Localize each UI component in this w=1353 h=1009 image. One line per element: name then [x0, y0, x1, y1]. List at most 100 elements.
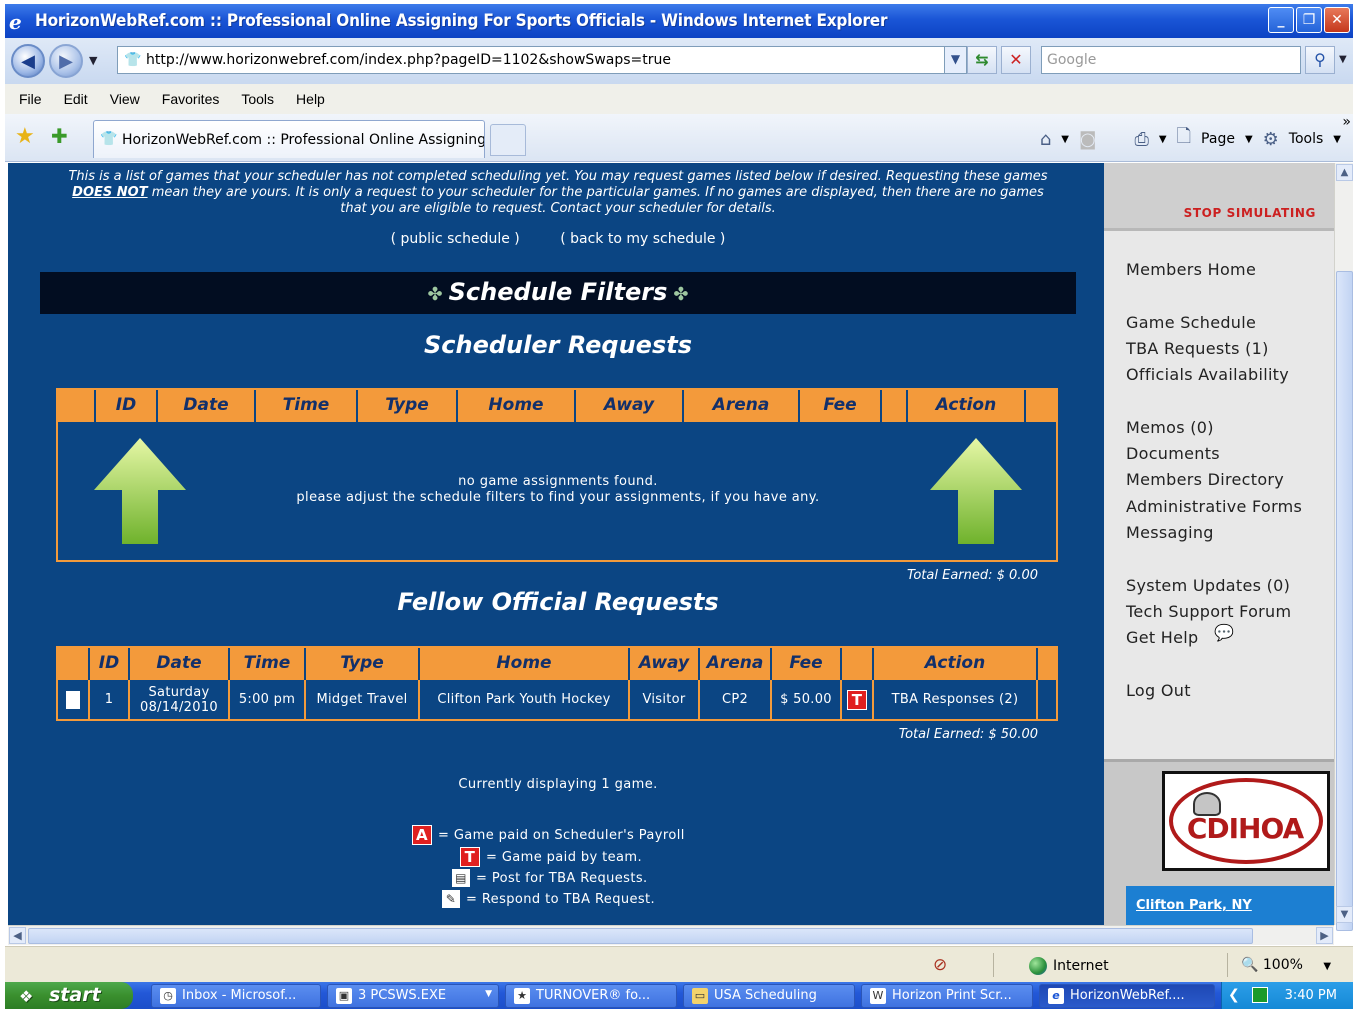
sidebar-item-administrative-forms[interactable]: Administrative Forms	[1126, 494, 1302, 520]
scroll-up-icon[interactable]: ▲	[1336, 164, 1353, 181]
scheduler-requests-table: ID Date Time Type Home Away Arena Fee Ac…	[56, 388, 1058, 562]
stop-simulating-link[interactable]: STOP SIMULATING	[1184, 206, 1316, 220]
popup-blocker-icon[interactable]: ⊘	[933, 955, 947, 975]
sidebar-item-memos[interactable]: Memos (0)	[1126, 415, 1302, 441]
menu-tools[interactable]: Tools	[241, 91, 274, 107]
restore-button[interactable]: ❐	[1296, 7, 1322, 33]
row-id: 1	[88, 680, 128, 719]
column-header: Action	[872, 648, 1036, 680]
stop-button[interactable]: ✕	[1001, 46, 1031, 74]
print-icon[interactable]: ⎙	[1134, 129, 1148, 150]
legend-text: = Respond to TBA Request.	[466, 891, 656, 907]
intro-line3: that you are eligible to request. Contac…	[340, 201, 776, 216]
taskbar-button-usa-scheduling[interactable]: ▭ USA Scheduling	[683, 984, 855, 1008]
intro-emphasis: DOES NOT	[72, 185, 148, 200]
sidebar-item-game-schedule[interactable]: Game Schedule	[1126, 310, 1302, 336]
menu-file[interactable]: File	[19, 91, 42, 107]
taskbar-button-horizonwebref[interactable]: e HorizonWebRef....	[1039, 984, 1215, 1008]
favorites-star-icon[interactable]: ★	[15, 124, 35, 149]
scroll-right-icon[interactable]: ▶	[1316, 927, 1333, 944]
back-to-schedule-link[interactable]: ( back to my schedule )	[560, 231, 725, 247]
sidebar-item-system-updates[interactable]: System Updates (0)	[1126, 573, 1302, 599]
new-tab-button[interactable]	[490, 124, 526, 156]
sidebar-item-log-out[interactable]: Log Out	[1126, 678, 1302, 704]
close-button[interactable]: ✕	[1324, 7, 1350, 33]
tab-horizonwebref[interactable]: 👕 HorizonWebRef.com :: Professional Onli…	[93, 120, 485, 158]
taskbar-button-label: Inbox - Microsof...	[182, 988, 297, 1003]
taskbar-button-inbox[interactable]: ◷ Inbox - Microsof...	[151, 984, 321, 1008]
minimize-button[interactable]: _	[1268, 7, 1294, 33]
scroll-down-icon[interactable]: ▼	[1336, 906, 1353, 923]
tab-bar: ★ ✚ 👕 HorizonWebRef.com :: Professional …	[5, 114, 1353, 162]
tba-responses-link[interactable]: TBA Responses (2)	[872, 680, 1036, 719]
zoom-control[interactable]: 🔍 100% ▼	[1241, 957, 1331, 973]
public-schedule-link[interactable]: ( public schedule )	[391, 231, 520, 247]
menu-favorites[interactable]: Favorites	[162, 91, 220, 107]
home-icon[interactable]: ⌂	[1040, 129, 1051, 150]
status-separator	[993, 953, 994, 977]
leaf-icon: ✤	[673, 284, 689, 305]
address-field[interactable]: 👕 http://www.horizonwebref.com/index.php…	[117, 46, 967, 74]
taskbar-button-turnover[interactable]: ★ TURNOVER® fo...	[505, 984, 677, 1008]
column-header: Fee	[770, 648, 840, 680]
sidebar-item-messaging[interactable]: Messaging	[1126, 520, 1302, 546]
history-dropdown-icon[interactable]: ▼	[89, 54, 97, 67]
search-options-icon[interactable]: ▼	[1339, 54, 1347, 65]
empty-message: no game assignments found. please adjust…	[58, 474, 1058, 506]
sidebar-item-tech-support-forum[interactable]: Tech Support Forum	[1126, 599, 1302, 625]
back-button[interactable]: ◀	[11, 44, 45, 78]
taskbar-button-pcsws[interactable]: ▣ 3 PCSWS.EXE ▼	[327, 984, 499, 1008]
legend-respond-tba: ✎ = Respond to TBA Request.	[442, 890, 655, 908]
tray-expand-icon[interactable]: ❮	[1228, 987, 1240, 1003]
sidebar-item-documents[interactable]: Documents	[1126, 441, 1302, 467]
up-arrow-icon	[930, 438, 1022, 544]
search-input[interactable]: Google	[1041, 46, 1301, 74]
page-dropdown-icon[interactable]: ▼	[1245, 134, 1253, 145]
menu-edit[interactable]: Edit	[64, 91, 88, 107]
menu-view[interactable]: View	[110, 91, 140, 107]
schedule-filters-bar[interactable]: ✤ Schedule Filters ✤	[40, 272, 1076, 314]
address-dropdown-icon[interactable]: ▼	[944, 47, 966, 73]
scroll-left-icon[interactable]: ◀	[9, 927, 26, 944]
chevron-more-icon[interactable]: »	[1342, 114, 1351, 130]
taskbar: ❖ start ◷ Inbox - Microsof... ▣ 3 PCSWS.EX…	[5, 982, 1353, 1009]
tools-dropdown-icon[interactable]: ▼	[1333, 134, 1341, 145]
zoom-dropdown-icon[interactable]: ▼	[1323, 961, 1331, 972]
refresh-button[interactable]: ⇆	[967, 46, 997, 74]
scroll-thumb[interactable]	[1336, 271, 1353, 931]
menu-help[interactable]: Help	[296, 91, 325, 107]
legend-text: = Post for TBA Requests.	[476, 870, 648, 886]
tools-menu-button[interactable]: Tools	[1289, 131, 1324, 147]
table-header: ID Date Time Type Home Away Arena Fee Ac…	[58, 390, 1056, 422]
sidebar-item-members-home[interactable]: Members Home	[1126, 257, 1302, 283]
add-favorite-icon[interactable]: ✚	[51, 124, 68, 148]
scroll-thumb[interactable]	[28, 928, 1253, 944]
start-button[interactable]: ❖ start	[5, 982, 133, 1009]
page-menu-button[interactable]: Page	[1201, 131, 1235, 147]
city-link[interactable]: Clifton Park, NY	[1126, 886, 1334, 925]
respond-tba-icon: ✎	[442, 890, 460, 908]
taskbar-button-horizon-print[interactable]: W Horizon Print Scr...	[861, 984, 1033, 1008]
column-header: Away	[574, 390, 682, 422]
sidebar-item-members-directory[interactable]: Members Directory	[1126, 467, 1302, 493]
association-logo: CDIHOA	[1162, 771, 1330, 871]
print-dropdown-icon[interactable]: ▼	[1159, 134, 1167, 145]
search-button[interactable]: ⚲	[1305, 46, 1335, 74]
group-dropdown-icon[interactable]: ▼	[485, 989, 492, 999]
column-header: Away	[628, 648, 698, 680]
tab-favicon-icon: 👕	[100, 131, 118, 147]
row-time: 5:00 pm	[228, 680, 304, 719]
sidebar-item-officials-availability[interactable]: Officials Availability	[1126, 362, 1302, 388]
forward-button[interactable]: ▶	[49, 44, 83, 78]
feeds-icon[interactable]: ◙	[1079, 129, 1096, 150]
document-icon[interactable]	[58, 680, 88, 719]
horizontal-scrollbar[interactable]: ◀ ▶	[8, 925, 1334, 945]
column-header: Time	[254, 390, 356, 422]
refresh-icon: ⇆	[975, 50, 989, 69]
column-header: Time	[228, 648, 304, 680]
fellow-total-earned: Total Earned: $ 50.00	[898, 727, 1038, 742]
sidebar-item-tba-requests[interactable]: TBA Requests (1)	[1126, 336, 1302, 362]
tray-app-icon[interactable]	[1252, 987, 1268, 1003]
vertical-scrollbar[interactable]: ▲ ▼	[1334, 163, 1353, 931]
home-dropdown-icon[interactable]: ▼	[1061, 134, 1069, 145]
